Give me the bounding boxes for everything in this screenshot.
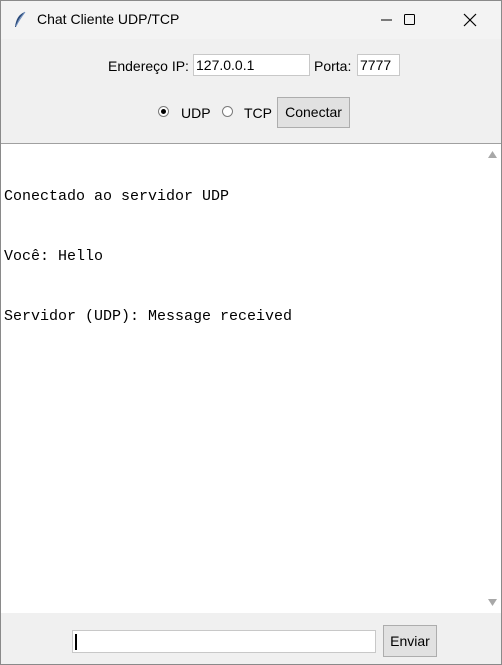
ip-input[interactable]: 127.0.0.1	[193, 54, 310, 76]
tcp-radio-label[interactable]: TCP	[244, 105, 272, 121]
udp-radio-label[interactable]: UDP	[181, 105, 211, 121]
close-icon	[463, 13, 477, 27]
message-line: Conectado ao servidor UDP	[4, 188, 230, 205]
protocol-row: UDP TCP Conectar	[1, 96, 501, 130]
message-input[interactable]	[72, 630, 376, 653]
port-label: Porta:	[314, 58, 352, 74]
scroll-down-arrow-icon[interactable]	[487, 598, 498, 607]
text-caret	[75, 634, 77, 650]
ip-label: Endereço IP:	[108, 58, 189, 74]
message-line: Você: Hello	[4, 248, 104, 265]
port-input[interactable]: 7777	[357, 54, 400, 76]
tcp-radio[interactable]	[222, 106, 233, 117]
feather-icon	[13, 11, 27, 29]
maximize-icon	[404, 14, 415, 25]
app-window: Chat Cliente UDP/TCP Endereço IP: 127.0.…	[0, 0, 502, 665]
chat-scrollbar[interactable]	[484, 144, 501, 613]
message-list: Conectado ao servidor UDP Você: Hello Se…	[4, 147, 292, 367]
udp-radio[interactable]	[158, 106, 169, 117]
message-line: Servidor (UDP): Message received	[4, 308, 293, 325]
chat-area[interactable]: Conectado ao servidor UDP Você: Hello Se…	[1, 143, 501, 613]
title-bar[interactable]: Chat Cliente UDP/TCP	[1, 1, 501, 39]
close-button[interactable]	[447, 1, 493, 39]
connection-row: Endereço IP: 127.0.0.1 Porta: 7777	[1, 54, 501, 78]
scroll-up-arrow-icon[interactable]	[487, 150, 498, 159]
radio-selected-dot	[161, 109, 166, 114]
maximize-button[interactable]	[388, 1, 434, 39]
send-button[interactable]: Enviar	[383, 625, 437, 657]
window-title: Chat Cliente UDP/TCP	[37, 11, 180, 27]
connect-button[interactable]: Conectar	[277, 97, 350, 128]
composer-bar: Enviar	[1, 613, 501, 664]
